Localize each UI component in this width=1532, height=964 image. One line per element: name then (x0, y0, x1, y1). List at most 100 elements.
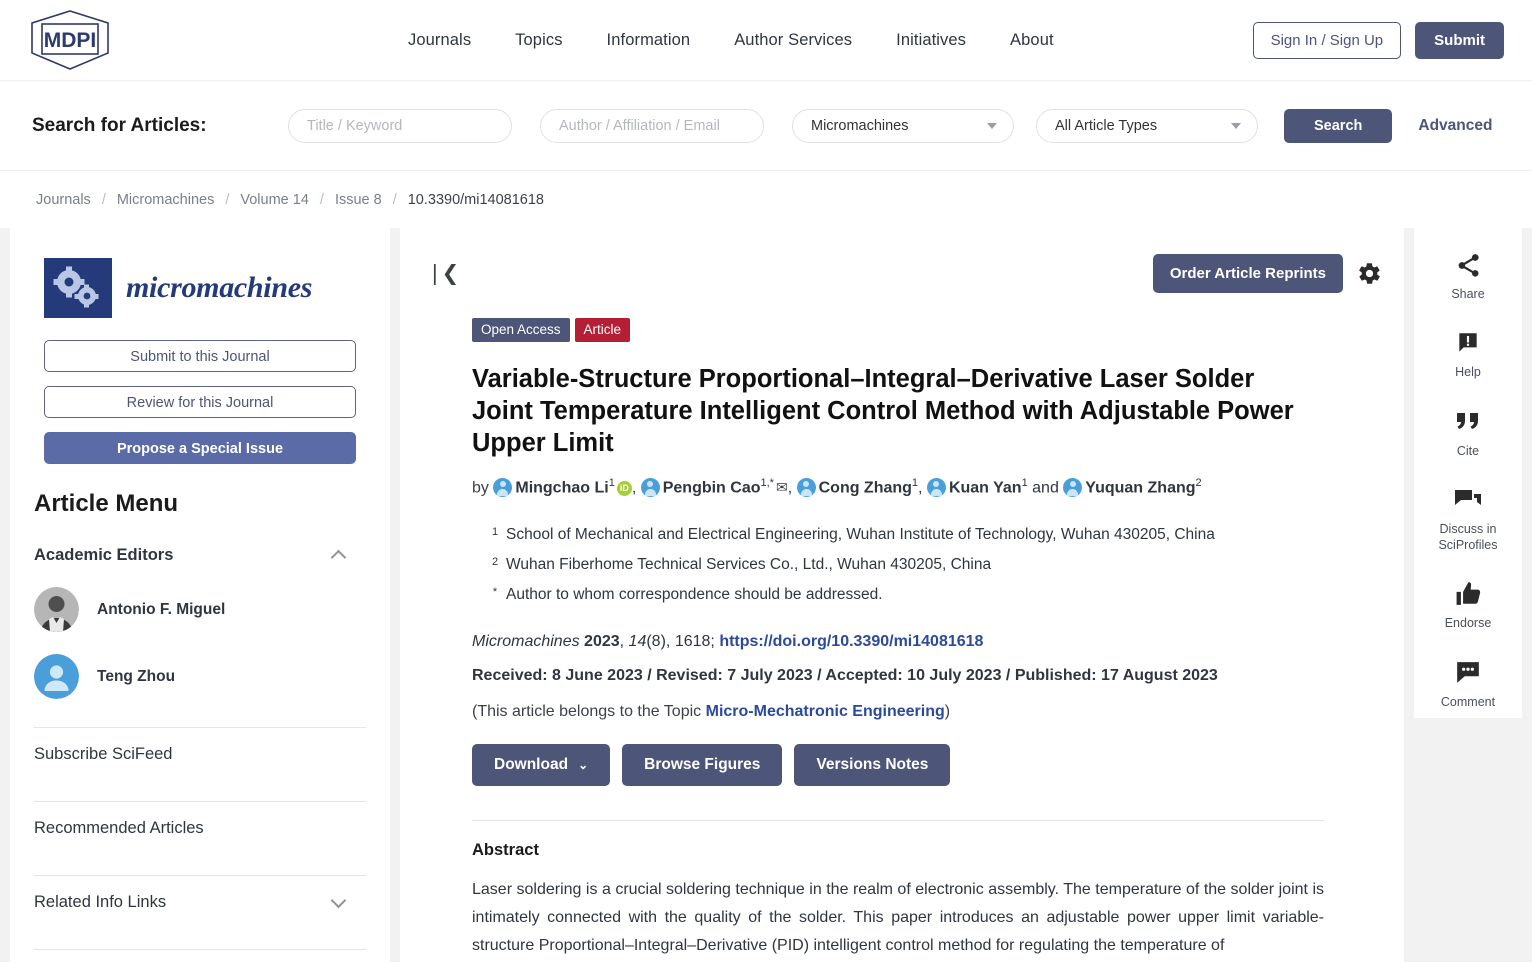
order-article-reprints-button[interactable]: Order Article Reprints (1152, 253, 1343, 293)
status-badge-article-type: Article (574, 318, 631, 342)
doi-link[interactable]: https://doi.org/10.3390/mi14081618 (719, 633, 983, 650)
avatar (34, 587, 79, 632)
chevron-down-icon (1231, 122, 1241, 129)
mdpi-logo[interactable]: MDPI (0, 9, 160, 71)
citation-line: Micromachines 2023, 14(8), 1618; https:/… (472, 633, 1324, 651)
search-author-input[interactable] (540, 108, 764, 143)
topic-link[interactable]: Micro-Mechatronic Engineering (706, 703, 945, 720)
citation-issue: (8) (646, 633, 666, 651)
sidebar-item-label: Subscribe SciFeed (34, 745, 173, 763)
editor-item[interactable]: Teng Zhou (34, 654, 366, 699)
gear-icon[interactable] (1357, 261, 1382, 286)
site-header: MDPI Journals Topics Information Author … (0, 0, 1532, 81)
review-for-journal-button[interactable]: Review for this Journal (44, 386, 356, 418)
chevron-up-icon (330, 549, 347, 566)
cite-action[interactable]: Cite (1414, 407, 1522, 459)
email-icon[interactable]: ✉ (776, 479, 788, 495)
journal-logo-mark (44, 258, 112, 318)
versions-notes-button[interactable]: Versions Notes (794, 744, 951, 787)
search-button[interactable]: Search (1284, 108, 1393, 143)
sidebar-item-more-by-authors-links[interactable]: More by Authors Links (34, 949, 366, 964)
author-separator: and (1027, 479, 1059, 497)
citation-article-number: 1618; (674, 633, 715, 651)
search-label: Search for Articles: (32, 114, 207, 136)
sidebar-item-recommended-articles[interactable]: Recommended Articles (34, 801, 366, 855)
sign-in-button[interactable]: Sign In / Sign Up (1252, 21, 1402, 59)
share-action[interactable]: Share (1414, 250, 1522, 302)
download-button[interactable]: Download ⌄ (472, 744, 611, 787)
page-body: micromachines Submit to this Journal Rev… (0, 228, 1532, 964)
orcid-icon[interactable]: iD (616, 480, 632, 496)
sidebar-item-subscribe-scifeed[interactable]: Subscribe SciFeed (34, 727, 366, 781)
abstract-text: Laser soldering is a crucial soldering t… (472, 881, 1324, 955)
person-icon (1063, 477, 1083, 497)
article-toolbar: ❘❮ Order Article Reprints (400, 250, 1404, 296)
author-name[interactable]: Mingchao Li (515, 480, 608, 497)
author-name[interactable]: Yuquan Zhang (1085, 480, 1195, 497)
article-dates: Received: 8 June 2023 / Revised: 7 July … (472, 667, 1218, 685)
author-separator: , (787, 479, 793, 497)
sidebar-item-related-info-links[interactable]: Related Info Links (34, 875, 366, 929)
editor-item[interactable]: Antonio F. Miguel (34, 587, 366, 632)
breadcrumb-issue[interactable]: Issue 8 (335, 192, 382, 208)
author-affiliation-marker: 1,* (760, 477, 774, 490)
editor-name[interactable]: Teng Zhou (97, 668, 175, 686)
help-action[interactable]: Help (1414, 328, 1522, 380)
article-type-select-value: All Article Types (1055, 117, 1158, 134)
search-title-input[interactable] (288, 108, 512, 143)
journal-select-value: Micromachines (811, 117, 909, 134)
academic-editors-label: Academic Editors (34, 546, 174, 564)
advanced-search-link[interactable]: Advanced (1418, 117, 1492, 135)
nav-item-author-services[interactable]: Author Services (734, 31, 852, 50)
chevron-down-icon (330, 892, 347, 909)
topic-line: (This article belongs to the Topic Micro… (472, 703, 1324, 721)
article-search-bar: Search for Articles: Micromachines All A… (0, 81, 1532, 171)
nav-item-journals[interactable]: Journals (408, 31, 471, 50)
comment-icon (1414, 658, 1522, 688)
nav-item-about[interactable]: About (1010, 31, 1054, 50)
share-label: Share (1451, 287, 1485, 301)
comment-action[interactable]: Comment (1414, 658, 1522, 710)
journal-select[interactable]: Micromachines (792, 108, 1014, 143)
citation-comma: , (619, 633, 625, 651)
topic-prefix: (This article belongs to the Topic (472, 703, 706, 721)
journal-logo[interactable]: micromachines (44, 258, 366, 318)
author-name[interactable]: Kuan Yan (949, 480, 1022, 497)
affiliation-marker: * (492, 586, 498, 599)
nav-item-topics[interactable]: Topics (515, 31, 562, 50)
help-icon (1414, 328, 1522, 358)
endorse-action[interactable]: Endorse (1414, 579, 1522, 631)
person-placeholder-icon (34, 654, 79, 699)
sidebar-item-label: Related Info Links (34, 893, 167, 911)
discuss-in-sciprofiles-action[interactable]: Discuss in SciProfiles (1414, 485, 1522, 554)
academic-editors-section[interactable]: Academic Editors (34, 546, 366, 566)
download-label: Download (494, 756, 569, 774)
person-icon (926, 477, 946, 497)
nav-item-initiatives[interactable]: Initiatives (896, 31, 966, 50)
cite-icon (1414, 407, 1522, 437)
citation-journal: Micromachines (472, 633, 580, 651)
propose-special-issue-button[interactable]: Propose a Special Issue (44, 432, 356, 464)
author-affiliation-marker: 2 (1195, 477, 1202, 490)
author-name[interactable]: Pengbin Cao (663, 480, 761, 497)
breadcrumb: Journals / Micromachines / Volume 14 / I… (0, 171, 1532, 228)
article-type-select[interactable]: All Article Types (1036, 108, 1258, 143)
endorse-label: Endorse (1444, 616, 1492, 631)
affiliation-item: * Author to whom correspondence should b… (484, 583, 1324, 607)
article-main: ❘❮ Order Article Reprints Open Access Ar… (400, 228, 1404, 962)
author-separator: , (918, 479, 923, 497)
affiliation-marker: 1 (491, 526, 499, 539)
article-toolbar-actions: Order Article Reprints (1152, 253, 1382, 293)
collapse-sidebar-icon[interactable]: ❘❮ (426, 263, 459, 284)
author-name[interactable]: Cong Zhang (819, 480, 912, 497)
breadcrumb-micromachines[interactable]: Micromachines (117, 192, 215, 208)
nav-item-information[interactable]: Information (607, 31, 691, 50)
discuss-icon (1414, 485, 1522, 515)
submit-button[interactable]: Submit (1415, 21, 1504, 59)
breadcrumb-journals[interactable]: Journals (36, 192, 91, 208)
editor-name[interactable]: Antonio F. Miguel (97, 601, 225, 619)
browse-figures-button[interactable]: Browse Figures (622, 744, 783, 787)
breadcrumb-volume[interactable]: Volume 14 (240, 192, 309, 208)
submit-to-journal-button[interactable]: Submit to this Journal (44, 340, 356, 372)
affiliation-text: Wuhan Fiberhome Technical Services Co., … (506, 556, 992, 574)
